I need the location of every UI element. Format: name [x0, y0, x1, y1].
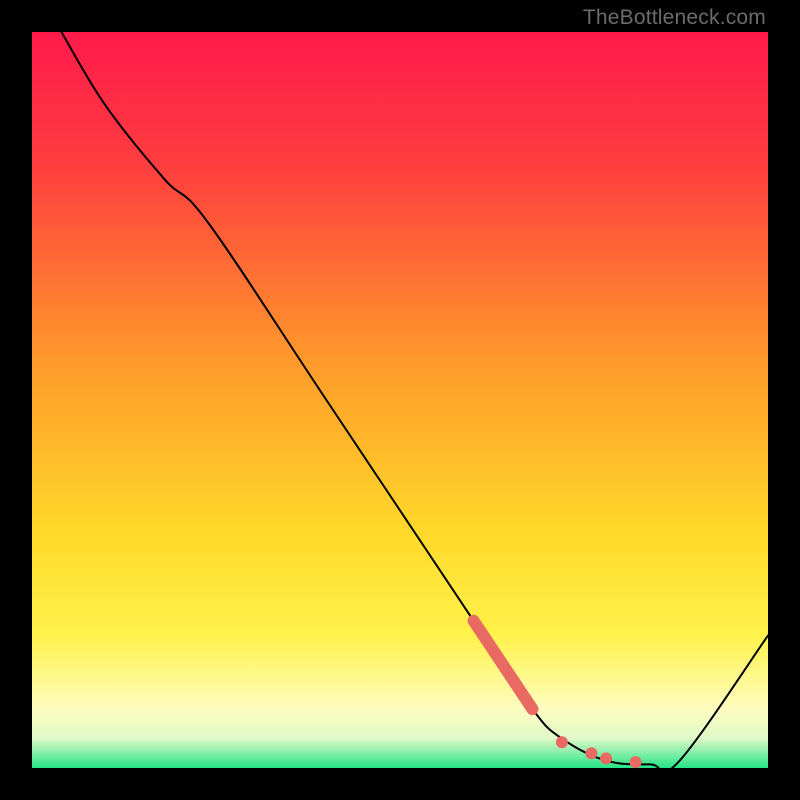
- dot-3: [600, 752, 612, 764]
- dot-1: [556, 736, 568, 748]
- curve-markers: [474, 621, 642, 768]
- chart-svg: [32, 32, 768, 768]
- dot-4: [630, 756, 642, 768]
- dot-2: [585, 747, 597, 759]
- chart-frame: TheBottleneck.com: [0, 0, 800, 800]
- plot-area: [32, 32, 768, 768]
- thick-segment: [474, 621, 533, 709]
- bottleneck-curve: [61, 32, 768, 772]
- watermark-label: TheBottleneck.com: [583, 6, 766, 30]
